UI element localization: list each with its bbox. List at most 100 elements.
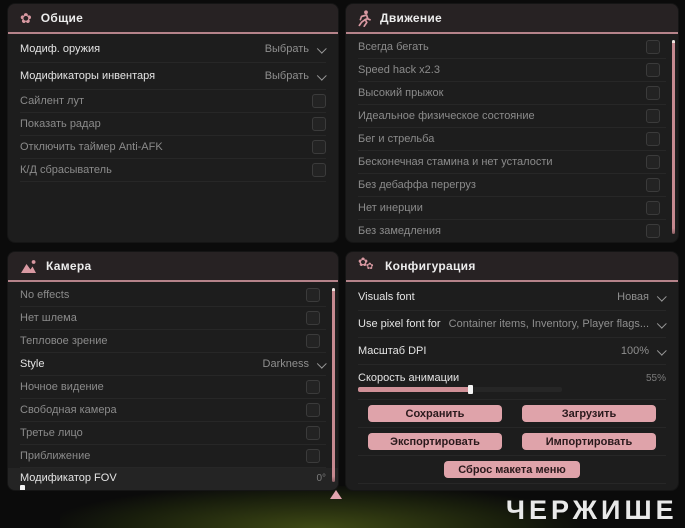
row-cooldown-reset: К/Д сбрасыватель bbox=[20, 159, 326, 182]
style-dropdown[interactable]: Darkness bbox=[262, 358, 327, 370]
slider-fill bbox=[358, 387, 471, 392]
fov-slider-handle[interactable] bbox=[20, 485, 25, 490]
button-row: Сохранить Загрузить bbox=[358, 400, 666, 428]
row-label: Нет шлема bbox=[20, 312, 77, 324]
row-no-slowdown: Без замедления bbox=[358, 220, 666, 242]
row-thermal-vision: Тепловое зрение bbox=[20, 330, 326, 353]
no-slowdown-checkbox[interactable] bbox=[646, 224, 660, 238]
always-run-checkbox[interactable] bbox=[646, 40, 660, 54]
animation-speed-value: 55% bbox=[645, 372, 666, 384]
run-and-shoot-checkbox[interactable] bbox=[646, 132, 660, 146]
inventory-mods-dropdown[interactable]: Выбрать bbox=[264, 70, 327, 82]
chevron-down-icon bbox=[656, 318, 667, 329]
panel-config-title: Конфигурация bbox=[385, 259, 476, 273]
row-label: Модиф. оружия bbox=[20, 43, 101, 55]
panel-camera: Камера No effects Нет шлема Тепловое зре… bbox=[8, 252, 338, 490]
row-no-effects: No effects bbox=[20, 284, 326, 307]
row-high-jump: Высокий прыжок bbox=[358, 82, 666, 105]
row-label: Модификатор FOV bbox=[20, 472, 117, 484]
row-free-camera: Свободная камера bbox=[20, 399, 326, 422]
row-inventory-mods: Модификаторы инвентаря Выбрать bbox=[20, 63, 327, 90]
row-show-radar: Показать радар bbox=[20, 113, 326, 136]
pixel-font-dropdown[interactable]: Container items, Inventory, Player flags… bbox=[448, 318, 667, 330]
chevron-down-icon bbox=[316, 70, 327, 81]
night-vision-checkbox[interactable] bbox=[306, 380, 320, 394]
row-always-run: Всегда бегать bbox=[358, 36, 666, 59]
row-night-vision: Ночное видение bbox=[20, 376, 326, 399]
row-label: Нет инерции bbox=[358, 202, 423, 214]
row-label: Бег и стрельба bbox=[358, 133, 435, 145]
import-button[interactable]: Импортировать bbox=[522, 433, 656, 450]
export-button[interactable]: Экспортировать bbox=[368, 433, 502, 450]
reset-menu-layout-button[interactable]: Сброс макета меню bbox=[444, 461, 580, 478]
no-effects-checkbox[interactable] bbox=[306, 288, 320, 302]
third-person-checkbox[interactable] bbox=[306, 426, 320, 440]
row-infinite-stamina: Бесконечная стамина и нет усталости bbox=[358, 151, 666, 174]
row-pixel-font: Use pixel font for Container items, Inve… bbox=[358, 311, 667, 338]
animation-speed-slider[interactable] bbox=[358, 385, 562, 394]
row-label: Visuals font bbox=[358, 291, 415, 303]
dropdown-value: Выбрать bbox=[264, 70, 309, 82]
game-background-glow bbox=[60, 486, 580, 528]
free-camera-checkbox[interactable] bbox=[306, 403, 320, 417]
show-radar-checkbox[interactable] bbox=[312, 117, 326, 131]
row-label: Масштаб DPI bbox=[358, 345, 427, 357]
row-weapon-mods: Модиф. оружия Выбрать bbox=[20, 36, 327, 63]
panel-general-header: ✿ Общие bbox=[8, 4, 338, 34]
gear-icon: ✿ bbox=[20, 10, 32, 26]
panel-general: ✿ Общие Модиф. оружия Выбрать Модификато… bbox=[8, 4, 338, 242]
row-run-and-shoot: Бег и стрельба bbox=[358, 128, 666, 151]
panel-movement-title: Движение bbox=[380, 11, 443, 25]
no-inertia-checkbox[interactable] bbox=[646, 201, 660, 215]
infinite-stamina-checkbox[interactable] bbox=[646, 155, 660, 169]
row-disable-antiafk: Отключить таймер Anti-AFK bbox=[20, 136, 326, 159]
row-fov-modifier: Модификатор FOV 0° bbox=[8, 468, 338, 490]
load-button[interactable]: Загрузить bbox=[522, 405, 656, 422]
panel-movement-header: Движение bbox=[346, 4, 678, 34]
perfect-condition-checkbox[interactable] bbox=[646, 109, 660, 123]
high-jump-checkbox[interactable] bbox=[646, 86, 660, 100]
row-dpi-scale: Масштаб DPI 100% bbox=[358, 338, 667, 365]
panel-camera-header: Камера bbox=[8, 252, 338, 282]
panel-config-header: ✿ ✿ Конфигурация bbox=[346, 252, 678, 282]
scrollbar[interactable] bbox=[672, 40, 675, 234]
row-label: Speed hack x2.3 bbox=[358, 64, 440, 76]
scrollbar[interactable] bbox=[332, 288, 335, 482]
row-label: Приближение bbox=[20, 450, 91, 462]
dropdown-value: Container items, Inventory, Player flags… bbox=[448, 318, 649, 330]
chevron-down-icon bbox=[316, 43, 327, 54]
row-animation-speed: Скорость анимации 55% bbox=[358, 365, 666, 400]
slider-handle[interactable] bbox=[468, 385, 474, 394]
no-overload-debuff-checkbox[interactable] bbox=[646, 178, 660, 192]
thermal-vision-checkbox[interactable] bbox=[306, 334, 320, 348]
speed-hack-checkbox[interactable] bbox=[646, 63, 660, 77]
no-helmet-checkbox[interactable] bbox=[306, 311, 320, 325]
dropdown-value: Новая bbox=[617, 291, 649, 303]
chevron-down-icon bbox=[316, 358, 327, 369]
watermark-text: ЧЕРЖИШЕ bbox=[506, 495, 678, 525]
disable-antiafk-checkbox[interactable] bbox=[312, 140, 326, 154]
fov-slider[interactable] bbox=[20, 485, 326, 490]
row-label: Скорость анимации bbox=[358, 372, 460, 384]
row-label: Без дебаффа перегруз bbox=[358, 179, 476, 191]
cursor-pointer-icon bbox=[330, 490, 342, 499]
visuals-font-dropdown[interactable]: Новая bbox=[617, 291, 667, 303]
row-label: Свободная камера bbox=[20, 404, 117, 416]
row-perfect-condition: Идеальное физическое состояние bbox=[358, 105, 666, 128]
dpi-scale-dropdown[interactable]: 100% bbox=[621, 345, 667, 357]
row-label: К/Д сбрасыватель bbox=[20, 164, 112, 176]
row-silent-loot: Сайлент лут bbox=[20, 90, 326, 113]
panel-camera-title: Камера bbox=[46, 259, 92, 273]
silent-loot-checkbox[interactable] bbox=[312, 94, 326, 108]
zoom-checkbox[interactable] bbox=[306, 449, 320, 463]
button-row: Сброс макета меню bbox=[358, 456, 666, 484]
chevron-down-icon bbox=[656, 291, 667, 302]
row-label: Отключить таймер Anti-AFK bbox=[20, 141, 163, 153]
row-label: Тепловое зрение bbox=[20, 335, 108, 347]
save-button[interactable]: Сохранить bbox=[368, 405, 502, 422]
cooldown-reset-checkbox[interactable] bbox=[312, 163, 326, 177]
dropdown-value: Darkness bbox=[262, 358, 309, 370]
row-label: Всегда бегать bbox=[358, 41, 429, 53]
row-no-helmet: Нет шлема bbox=[20, 307, 326, 330]
weapon-mods-dropdown[interactable]: Выбрать bbox=[265, 43, 327, 55]
